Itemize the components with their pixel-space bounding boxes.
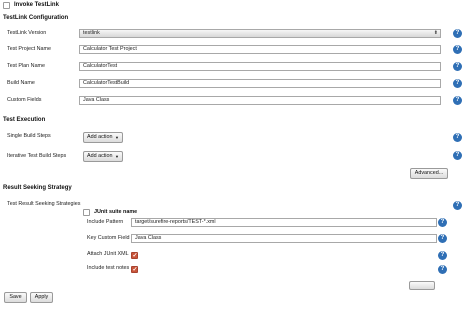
attach-junit-xml-checkbox[interactable]	[131, 252, 138, 259]
add-action-label: Add action	[87, 153, 113, 159]
test-plan-name-label: Test Plan Name	[7, 63, 46, 69]
attach-junit-xml-label: Attach JUnit XML	[87, 251, 129, 257]
help-icon[interactable]: ?	[453, 79, 462, 88]
iterative-build-steps-label: Iterative Test Build Steps	[7, 153, 67, 159]
testlink-version-value: testlink	[83, 30, 100, 36]
invoke-testlink-label: Invoke TestLink	[14, 2, 59, 8]
help-icon[interactable]: ?	[453, 29, 462, 38]
include-pattern-input[interactable]: target/surefire-reports/TEST-*.xml	[131, 218, 437, 227]
single-build-steps-label: Single Build Steps	[7, 133, 51, 139]
invoke-testlink-checkbox[interactable]	[3, 2, 10, 9]
test-project-name-input[interactable]: Calculator Test Project	[79, 45, 441, 54]
build-name-input[interactable]: CalculatorTestBuild	[79, 79, 441, 88]
help-icon[interactable]: ?	[453, 133, 462, 142]
iterative-build-add-action-button[interactable]: Add action ▼	[83, 151, 123, 162]
testlink-version-select[interactable]: testlink ⬍	[79, 29, 441, 38]
help-icon[interactable]: ?	[438, 251, 447, 260]
delete-strategy-button[interactable]	[409, 281, 435, 290]
include-test-notes-checkbox[interactable]	[131, 266, 138, 273]
save-button[interactable]: Save	[4, 292, 27, 303]
include-pattern-label: Include Pattern	[87, 219, 124, 225]
dropdown-arrow-icon: ▼	[115, 135, 119, 140]
advanced-label: Advanced...	[414, 170, 444, 176]
advanced-button[interactable]: Advanced...	[410, 168, 448, 179]
dropdown-arrow-icon: ▼	[115, 154, 119, 159]
key-custom-field-input[interactable]: Java Class	[131, 234, 437, 243]
result-strategies-label: Test Result Seeking Strategies	[7, 201, 81, 207]
add-action-label: Add action	[87, 134, 113, 140]
key-custom-field-label: Key Custom Field	[87, 235, 130, 241]
testlink-version-label: TestLink Version	[7, 30, 47, 36]
help-icon[interactable]: ?	[453, 62, 462, 71]
help-icon[interactable]: ?	[453, 151, 462, 160]
junit-suite-checkbox[interactable]	[83, 209, 90, 216]
help-icon[interactable]: ?	[453, 96, 462, 105]
test-plan-name-input[interactable]: CalculatorTest	[79, 62, 441, 71]
help-icon[interactable]: ?	[453, 201, 462, 210]
apply-label: Apply	[34, 294, 49, 300]
build-name-label: Build Name	[7, 80, 35, 86]
result-seeking-header: Result Seeking Strategy	[3, 185, 72, 191]
help-icon[interactable]: ?	[438, 218, 447, 227]
chevron-updown-icon: ⬍	[433, 30, 438, 36]
help-icon[interactable]: ?	[438, 265, 447, 274]
help-icon[interactable]: ?	[438, 234, 447, 243]
apply-button[interactable]: Apply	[30, 292, 53, 303]
test-project-name-label: Test Project Name	[7, 46, 52, 52]
junit-suite-title: JUnit suite name	[94, 209, 138, 215]
custom-fields-input[interactable]: Java Class	[79, 96, 441, 105]
save-label: Save	[9, 294, 22, 300]
custom-fields-label: Custom Fields	[7, 97, 42, 103]
config-header: TestLink Configuration	[3, 15, 69, 21]
single-build-add-action-button[interactable]: Add action ▼	[83, 132, 123, 143]
include-test-notes-label: Include test notes	[87, 265, 130, 271]
help-icon[interactable]: ?	[453, 45, 462, 54]
test-execution-header: Test Execution	[3, 117, 46, 123]
